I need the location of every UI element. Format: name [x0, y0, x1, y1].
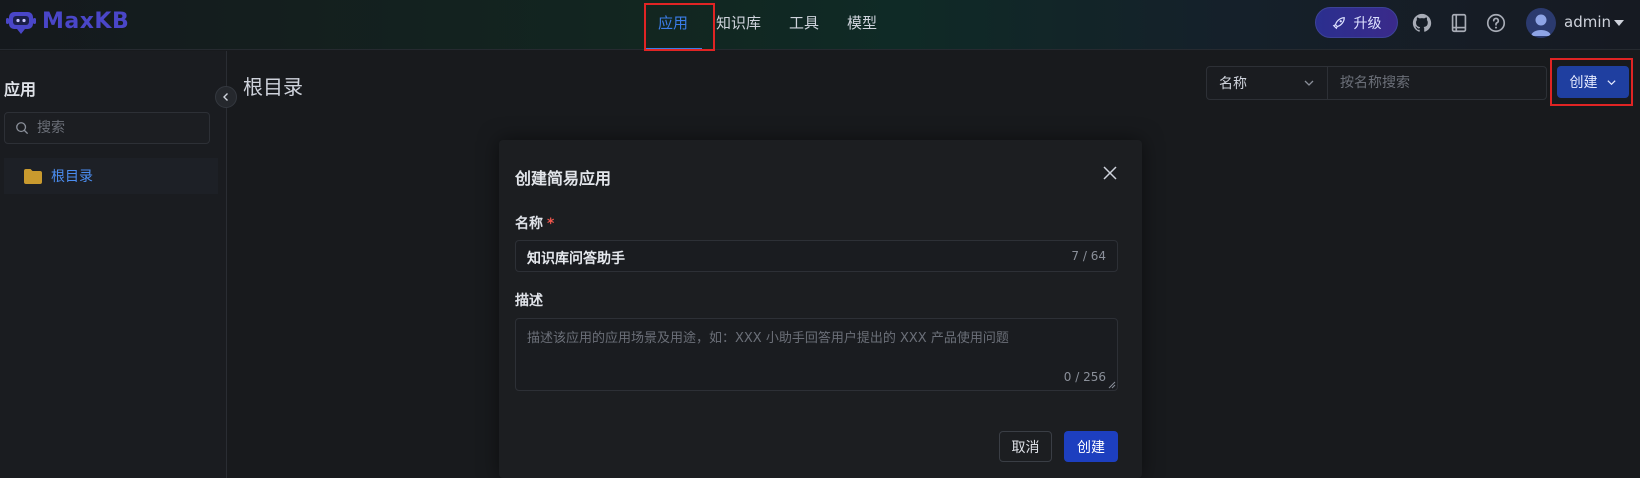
dialog-title: 创建简易应用: [515, 169, 612, 188]
close-icon[interactable]: [1101, 164, 1119, 182]
sidebar: 应用 根目录: [0, 51, 227, 478]
logo-text: MaxKB: [42, 8, 130, 34]
resize-handle-icon[interactable]: [1108, 381, 1116, 389]
logo[interactable]: MaxKB: [6, 7, 129, 35]
sidebar-search[interactable]: [4, 112, 210, 144]
nav-tab-tools[interactable]: 工具: [775, 0, 833, 50]
name-field-value: 知识库问答助手: [527, 251, 625, 267]
name-field[interactable]: 知识库问答助手 7 / 64: [515, 240, 1118, 272]
nav-tab-knowledge[interactable]: 知识库: [702, 0, 775, 50]
collapse-sidebar-button[interactable]: [215, 86, 237, 108]
page-title: 根目录: [243, 75, 303, 99]
nav-tab-models[interactable]: 模型: [833, 0, 891, 50]
sidebar-search-input[interactable]: [37, 113, 207, 143]
folder-icon: [24, 168, 42, 184]
filter-bar: 名称: [1206, 66, 1547, 100]
help-icon[interactable]: [1485, 12, 1507, 34]
name-char-count: 7 / 64: [1071, 249, 1106, 263]
main-nav: 应用 知识库 工具 模型: [644, 0, 891, 50]
filter-search[interactable]: [1328, 67, 1546, 99]
name-label-text: 名称: [515, 216, 543, 232]
create-app-dialog: 创建简易应用 名称 * 知识库问答助手 7 / 64 描述 描述该应用的应用场景及…: [499, 140, 1142, 478]
sidebar-title: 应用: [4, 80, 37, 99]
desc-field-label: 描述: [515, 293, 543, 309]
required-mark: *: [547, 216, 555, 232]
create-button-label: 创建: [1569, 75, 1598, 91]
github-icon[interactable]: [1411, 12, 1433, 34]
chevron-down-icon: [1304, 80, 1314, 86]
caret-down-icon[interactable]: [1614, 20, 1624, 26]
robot-logo-icon: [6, 12, 36, 34]
sidebar-item-label: 根目录: [51, 169, 93, 185]
confirm-create-button[interactable]: 创建: [1064, 431, 1118, 462]
sidebar-item-root-folder[interactable]: 根目录: [4, 158, 218, 194]
upgrade-label: 升级: [1353, 15, 1382, 32]
top-header: MaxKB 应用 知识库 工具 模型 升级 admin: [0, 0, 1640, 51]
nav-tab-apps[interactable]: 应用: [644, 0, 703, 50]
filter-field-select[interactable]: 名称: [1207, 67, 1328, 99]
upgrade-button[interactable]: 升级: [1315, 7, 1398, 38]
chevron-down-icon: [1606, 79, 1616, 85]
rocket-icon: [1332, 16, 1345, 29]
book-icon[interactable]: [1448, 12, 1470, 34]
cancel-button[interactable]: 取消: [999, 431, 1052, 462]
username[interactable]: admin: [1564, 13, 1611, 31]
search-icon: [16, 122, 28, 134]
avatar[interactable]: [1526, 8, 1556, 38]
user-avatar-icon: [1531, 14, 1551, 36]
filter-search-input[interactable]: [1340, 75, 1540, 91]
create-button[interactable]: 创建: [1557, 66, 1629, 98]
chevron-left-icon: [223, 93, 228, 101]
description-char-count: 0 / 256: [1063, 370, 1106, 384]
filter-field-value: 名称: [1219, 76, 1247, 92]
description-placeholder: 描述该应用的应用场景及用途，如：XXX 小助手回答用户提出的 XXX 产品使用问…: [527, 331, 1009, 346]
description-field[interactable]: 描述该应用的应用场景及用途，如：XXX 小助手回答用户提出的 XXX 产品使用问…: [515, 318, 1118, 391]
name-field-label: 名称 *: [515, 213, 554, 233]
